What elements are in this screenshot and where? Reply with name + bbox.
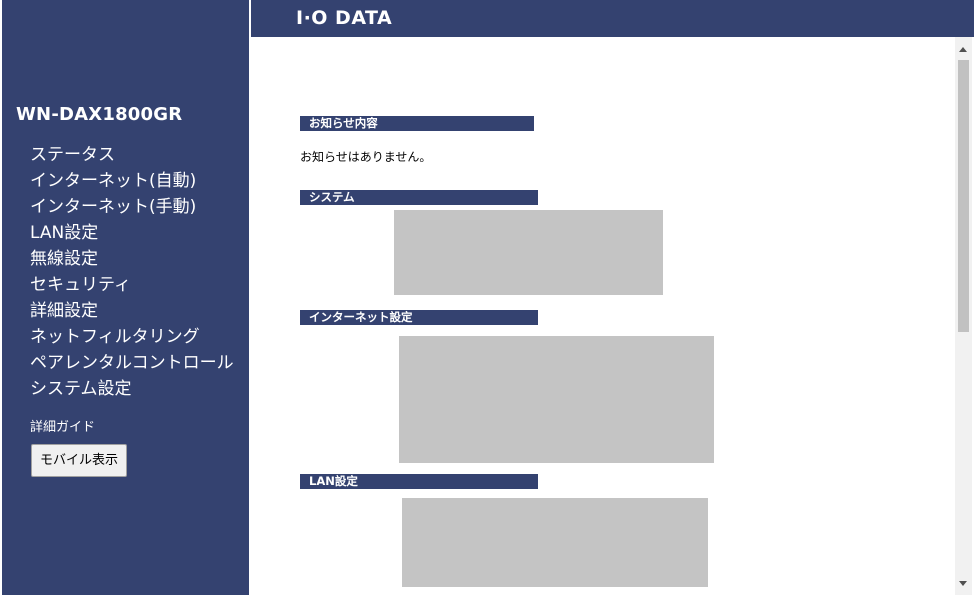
- sidebar-item-status[interactable]: ステータス: [30, 143, 234, 169]
- sidebar: WN-DAX1800GR ステータス インターネット(自動) インターネット(手…: [2, 0, 249, 595]
- scroll-down-arrow-icon[interactable]: [959, 581, 967, 586]
- notice-text: お知らせはありません。: [300, 150, 432, 164]
- sidebar-item-net-filtering[interactable]: ネットフィルタリング: [30, 325, 234, 351]
- scroll-up-arrow-icon[interactable]: [959, 47, 967, 52]
- header-bar: I·O DATA: [251, 0, 974, 37]
- mobile-view-button[interactable]: モバイル表示: [31, 444, 127, 477]
- sidebar-nav: ステータス インターネット(自動) インターネット(手動) LAN設定 無線設定…: [30, 143, 234, 403]
- notice-section-header: お知らせ内容: [300, 116, 534, 131]
- sidebar-item-system-settings[interactable]: システム設定: [30, 377, 234, 403]
- sidebar-item-parental-control[interactable]: ペアレンタルコントロール: [30, 351, 234, 377]
- sidebar-item-lan[interactable]: LAN設定: [30, 221, 234, 247]
- sidebar-item-internet-manual[interactable]: インターネット(手動): [30, 195, 234, 221]
- device-model-title: WN-DAX1800GR: [16, 104, 183, 125]
- sidebar-item-security[interactable]: セキュリティ: [30, 273, 234, 299]
- detailed-guide-link[interactable]: 詳細ガイド: [30, 416, 95, 435]
- internet-section-header: インターネット設定: [300, 310, 538, 325]
- system-section-header: システム: [300, 190, 538, 205]
- internet-info-redacted: [399, 336, 714, 463]
- main-content: お知らせ内容 お知らせはありません。 システム インターネット設定 LAN設定: [251, 37, 955, 595]
- sidebar-item-advanced[interactable]: 詳細設定: [30, 299, 234, 325]
- lan-info-redacted: [402, 498, 708, 587]
- vertical-scrollbar[interactable]: [955, 37, 972, 595]
- system-info-redacted: [394, 210, 663, 295]
- sidebar-item-internet-auto[interactable]: インターネット(自動): [30, 169, 234, 195]
- iodata-logo: I·O DATA: [296, 7, 393, 29]
- scroll-thumb[interactable]: [958, 60, 969, 332]
- sidebar-item-wireless[interactable]: 無線設定: [30, 247, 234, 273]
- lan-section-header: LAN設定: [300, 474, 538, 489]
